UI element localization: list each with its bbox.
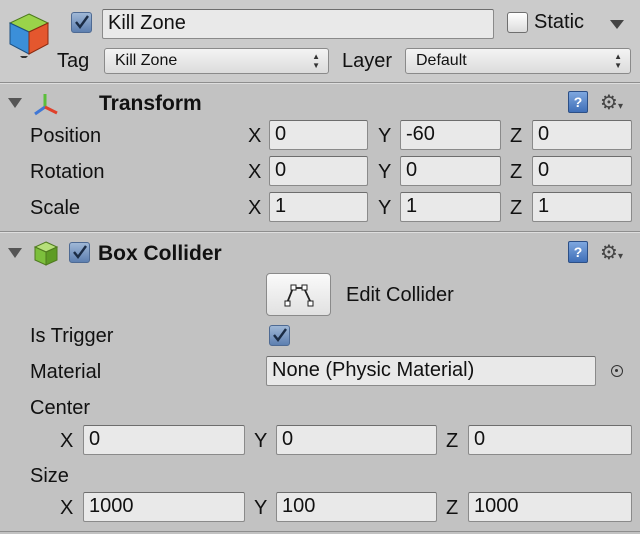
edit-collider-icon [284,283,314,313]
static-label: Static [534,11,585,33]
gear-icon[interactable]: ⚙▾ [600,240,623,265]
transform-header[interactable]: Transform ? ⚙▾ [0,86,640,122]
center-y-field[interactable]: 0 [276,425,437,455]
gameobject-header: Kill Zone Static Tag Kill Zone ▲ ▼ Layer … [0,0,640,82]
cube-icon [6,12,52,64]
divider [0,83,640,84]
help-book-icon[interactable]: ? [568,241,588,263]
center-x-field[interactable]: 0 [83,425,245,455]
axis-x-label: X [60,430,74,452]
axis-x-label: X [60,497,74,519]
scale-z-field[interactable]: 1 [532,192,632,222]
popup-arrows-icon: ▲ ▼ [312,52,320,70]
position-z-field[interactable]: 0 [532,120,632,150]
material-label: Material [30,361,102,383]
axis-y-label: Y [378,161,392,183]
axis-y-label: Y [254,497,268,519]
axis-z-label: Z [446,497,459,519]
center-z-field[interactable]: 0 [468,425,632,455]
axis-z-label: Z [510,161,523,183]
axis-y-label: Y [378,125,392,147]
axis-z-label: Z [510,197,523,219]
axis-x-label: X [248,161,262,183]
position-label: Position [30,125,102,147]
position-y-field[interactable]: -60 [400,120,501,150]
object-name-field[interactable]: Kill Zone [102,9,494,39]
size-z-field[interactable]: 1000 [468,492,632,522]
edit-collider-label: Edit Collider [346,284,454,306]
axis-x-label: X [248,197,262,219]
rotation-x-field[interactable]: 0 [269,156,368,186]
edit-collider-button[interactable] [266,273,331,316]
rotation-z-field[interactable]: 0 [532,156,632,186]
size-label: Size [30,465,69,487]
static-checkbox[interactable] [507,12,528,33]
box-collider-header[interactable]: Box Collider ? ⚙▾ [0,236,640,272]
active-checkbox[interactable] [71,12,92,33]
transform-title: Transform [99,92,202,115]
help-book-icon[interactable]: ? [568,91,588,113]
axis-x-label: X [248,125,262,147]
tag-label: Tag [57,50,90,72]
layer-value: Default [416,52,467,69]
layer-label: Layer [342,50,393,72]
gear-icon[interactable]: ⚙▾ [600,90,623,115]
axis-z-label: Z [510,125,523,147]
center-label: Center [30,397,91,419]
is-trigger-checkbox[interactable] [269,325,290,346]
box-collider-icon [33,241,59,273]
popup-arrows-icon: ▲ ▼ [614,52,622,70]
scale-x-field[interactable]: 1 [269,192,368,222]
axis-z-label: Z [446,430,459,452]
tag-value: Kill Zone [115,52,178,69]
box-collider-title: Box Collider [98,242,222,265]
rotation-y-field[interactable]: 0 [400,156,501,186]
axis-y-label: Y [254,430,268,452]
scale-label: Scale [30,197,81,219]
rotation-label: Rotation [30,161,105,183]
size-y-field[interactable]: 100 [276,492,437,522]
transform-axes-icon [32,91,60,123]
tag-dropdown[interactable]: Kill Zone ▲ ▼ [104,48,329,74]
position-x-field[interactable]: 0 [269,120,368,150]
size-x-field[interactable]: 1000 [83,492,245,522]
box-collider-enabled-checkbox[interactable] [69,242,90,263]
is-trigger-label: Is Trigger [30,325,114,347]
scale-y-field[interactable]: 1 [400,192,501,222]
object-picker-icon[interactable] [611,365,623,377]
transform-foldout-arrow[interactable] [8,98,22,108]
static-dropdown-arrow[interactable] [610,20,624,29]
divider [0,531,640,532]
layer-dropdown[interactable]: Default ▲ ▼ [405,48,631,74]
material-field[interactable]: None (Physic Material) [266,356,596,386]
divider [0,232,640,233]
axis-y-label: Y [378,197,392,219]
box-collider-foldout-arrow[interactable] [8,248,22,258]
